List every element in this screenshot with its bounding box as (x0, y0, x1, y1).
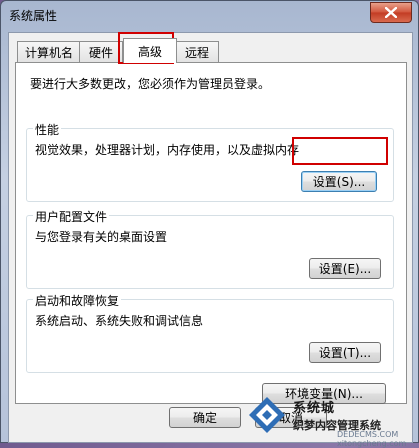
system-properties-window: 系统属性 计算机名 硬件 高级 远程 要进行大多数更改，您必须作为管理员登录。 … (0, 0, 419, 443)
tab-computer-name[interactable]: 计算机名 (17, 41, 81, 62)
watermark-site-2: xitongcheng.com (337, 439, 407, 448)
startup-recovery-desc: 系统启动、系统失败和调试信息 (35, 314, 204, 328)
performance-group: 性能 视觉效果，处理器计划，内存使用，以及虚拟内存 设置(S)... (26, 121, 394, 202)
performance-desc: 视觉效果，处理器计划，内存使用，以及虚拟内存 (35, 143, 300, 157)
tab-remote[interactable]: 远程 (175, 41, 219, 62)
ok-button[interactable]: 确定 (169, 407, 241, 428)
dialog-body: 计算机名 硬件 高级 远程 要进行大多数更改，您必须作为管理员登录。 性能 视觉… (8, 32, 413, 443)
site-logo-icon (249, 397, 285, 433)
title-bar[interactable]: 系统属性 (1, 1, 418, 27)
startup-recovery-settings-button[interactable]: 设置(T)... (309, 342, 381, 363)
window-title: 系统属性 (9, 9, 58, 23)
performance-label: 性能 (33, 121, 62, 138)
tab-hardware[interactable]: 硬件 (79, 41, 123, 62)
startup-recovery-label: 启动和故障恢复 (33, 292, 122, 309)
user-profiles-desc: 与您登录有关的桌面设置 (35, 230, 168, 244)
performance-settings-button[interactable]: 设置(S)... (301, 171, 377, 192)
site-watermark: 系统城 织梦内容管理系统 DEDECMS.COM xitongcheng.com (247, 393, 417, 448)
close-icon (385, 7, 397, 18)
tab-advanced[interactable]: 高级 (123, 38, 177, 63)
startup-recovery-group: 启动和故障恢复 系统启动、系统失败和调试信息 设置(T)... (26, 292, 394, 373)
close-button[interactable] (370, 2, 412, 23)
watermark-site: DEDECMS.COM xitongcheng.com (337, 430, 417, 448)
admin-note: 要进行大多数更改，您必须作为管理员登录。 (30, 77, 271, 91)
watermark-brand: 系统城 (293, 401, 336, 416)
user-profiles-settings-button[interactable]: 设置(E)... (309, 258, 381, 279)
advanced-panel: 要进行大多数更改，您必须作为管理员登录。 性能 视觉效果，处理器计划，内存使用，… (15, 62, 407, 404)
watermark-site-1: DEDECMS.COM (337, 430, 399, 439)
user-profiles-group: 用户配置文件 与您登录有关的桌面设置 设置(E)... (26, 208, 394, 289)
user-profiles-label: 用户配置文件 (33, 208, 110, 225)
